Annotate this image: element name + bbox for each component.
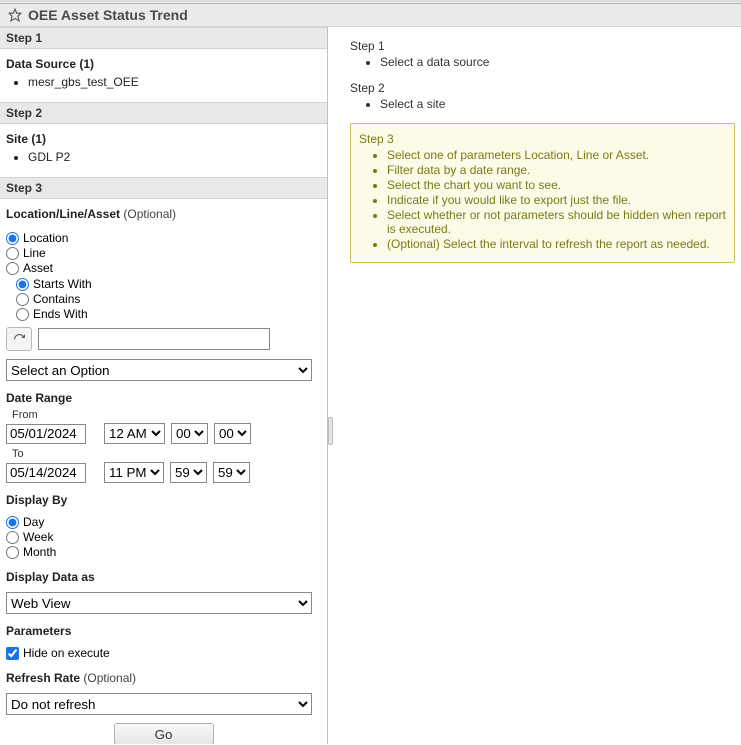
hide-on-execute-checkbox[interactable]	[6, 647, 19, 660]
refresh-button[interactable]	[6, 327, 32, 351]
hide-on-execute-label: Hide on execute	[23, 646, 110, 660]
right-panel: Step 1 Select a data source Step 2 Selec…	[332, 27, 741, 744]
refresh-icon	[13, 333, 26, 346]
help-step2: Step 2 Select a site	[350, 81, 737, 111]
refresh-rate-select[interactable]: Do not refresh	[6, 693, 312, 715]
radio-day-label: Day	[23, 515, 44, 529]
radio-month[interactable]	[6, 546, 19, 559]
radio-week-label: Week	[23, 530, 53, 544]
help-step3-item: Select one of parameters Location, Line …	[387, 148, 726, 162]
radio-starts-label: Starts With	[33, 277, 92, 291]
help-step3: Step 3 Select one of parameters Location…	[350, 123, 735, 263]
radio-ends-label: Ends With	[33, 307, 88, 321]
radio-asset-label: Asset	[23, 261, 53, 275]
star-icon[interactable]	[8, 8, 22, 22]
data-source-item: mesr_gbs_test_OEE	[28, 75, 321, 89]
radio-location[interactable]	[6, 232, 19, 245]
go-button[interactable]: Go	[114, 723, 214, 744]
radio-ends-with[interactable]	[16, 308, 29, 321]
radio-day[interactable]	[6, 516, 19, 529]
radio-asset[interactable]	[6, 262, 19, 275]
lla-label: Location/Line/Asset	[6, 207, 120, 221]
to-hour-select[interactable]: 11 PM	[104, 462, 164, 483]
radio-contains[interactable]	[16, 293, 29, 306]
help-step3-item: Select the chart you want to see.	[387, 178, 726, 192]
title-bar: OEE Asset Status Trend	[0, 4, 741, 27]
radio-week[interactable]	[6, 531, 19, 544]
radio-contains-label: Contains	[33, 292, 80, 306]
display-by-label: Display By	[6, 493, 67, 507]
display-as-select[interactable]: Web View	[6, 592, 312, 614]
to-sec-select[interactable]: 59	[213, 462, 250, 483]
help-step3-item: Filter data by a date range.	[387, 163, 726, 177]
to-min-select[interactable]: 59	[170, 462, 207, 483]
help-step1-header: Step 1	[350, 39, 737, 53]
radio-starts-with[interactable]	[16, 278, 29, 291]
step2-header: Step 2	[0, 102, 327, 124]
option-select[interactable]: Select an Option	[6, 359, 312, 381]
left-panel: Step 1 Data Source (1) mesr_gbs_test_OEE…	[0, 27, 328, 744]
pane-resizer[interactable]	[328, 27, 332, 744]
help-step3-item: Select whether or not parameters should …	[387, 208, 726, 236]
from-date-input[interactable]	[6, 424, 86, 444]
data-source-label: Data Source (1)	[6, 57, 321, 71]
radio-location-label: Location	[23, 231, 68, 245]
to-label: To	[12, 448, 321, 460]
radio-line-label: Line	[23, 246, 46, 260]
help-step3-header: Step 3	[359, 132, 726, 146]
site-label: Site (1)	[6, 132, 321, 146]
help-step3-item: Indicate if you would like to export jus…	[387, 193, 726, 207]
parameters-label: Parameters	[6, 624, 71, 638]
help-step1-item: Select a data source	[380, 55, 737, 69]
step1-header: Step 1	[0, 27, 327, 49]
from-sec-select[interactable]: 00	[214, 423, 251, 444]
from-hour-select[interactable]: 12 AM	[104, 423, 165, 444]
refresh-rate-label: Refresh Rate	[6, 671, 80, 685]
help-step3-item: (Optional) Select the interval to refres…	[387, 237, 726, 251]
radio-month-label: Month	[23, 545, 56, 559]
from-label: From	[12, 409, 321, 421]
step3-header: Step 3	[0, 177, 327, 199]
from-min-select[interactable]: 00	[171, 423, 208, 444]
radio-line[interactable]	[6, 247, 19, 260]
help-step2-item: Select a site	[380, 97, 737, 111]
lla-optional: (Optional)	[120, 207, 176, 221]
display-data-as-label: Display Data as	[6, 570, 95, 584]
help-step2-header: Step 2	[350, 81, 737, 95]
help-step1: Step 1 Select a data source	[350, 39, 737, 69]
site-item: GDL P2	[28, 150, 321, 164]
refresh-rate-optional: (Optional)	[80, 671, 136, 685]
filter-input[interactable]	[38, 328, 270, 350]
to-date-input[interactable]	[6, 463, 86, 483]
resizer-grip-icon[interactable]	[328, 417, 333, 445]
date-range-label: Date Range	[6, 391, 72, 405]
page-title: OEE Asset Status Trend	[28, 7, 188, 23]
